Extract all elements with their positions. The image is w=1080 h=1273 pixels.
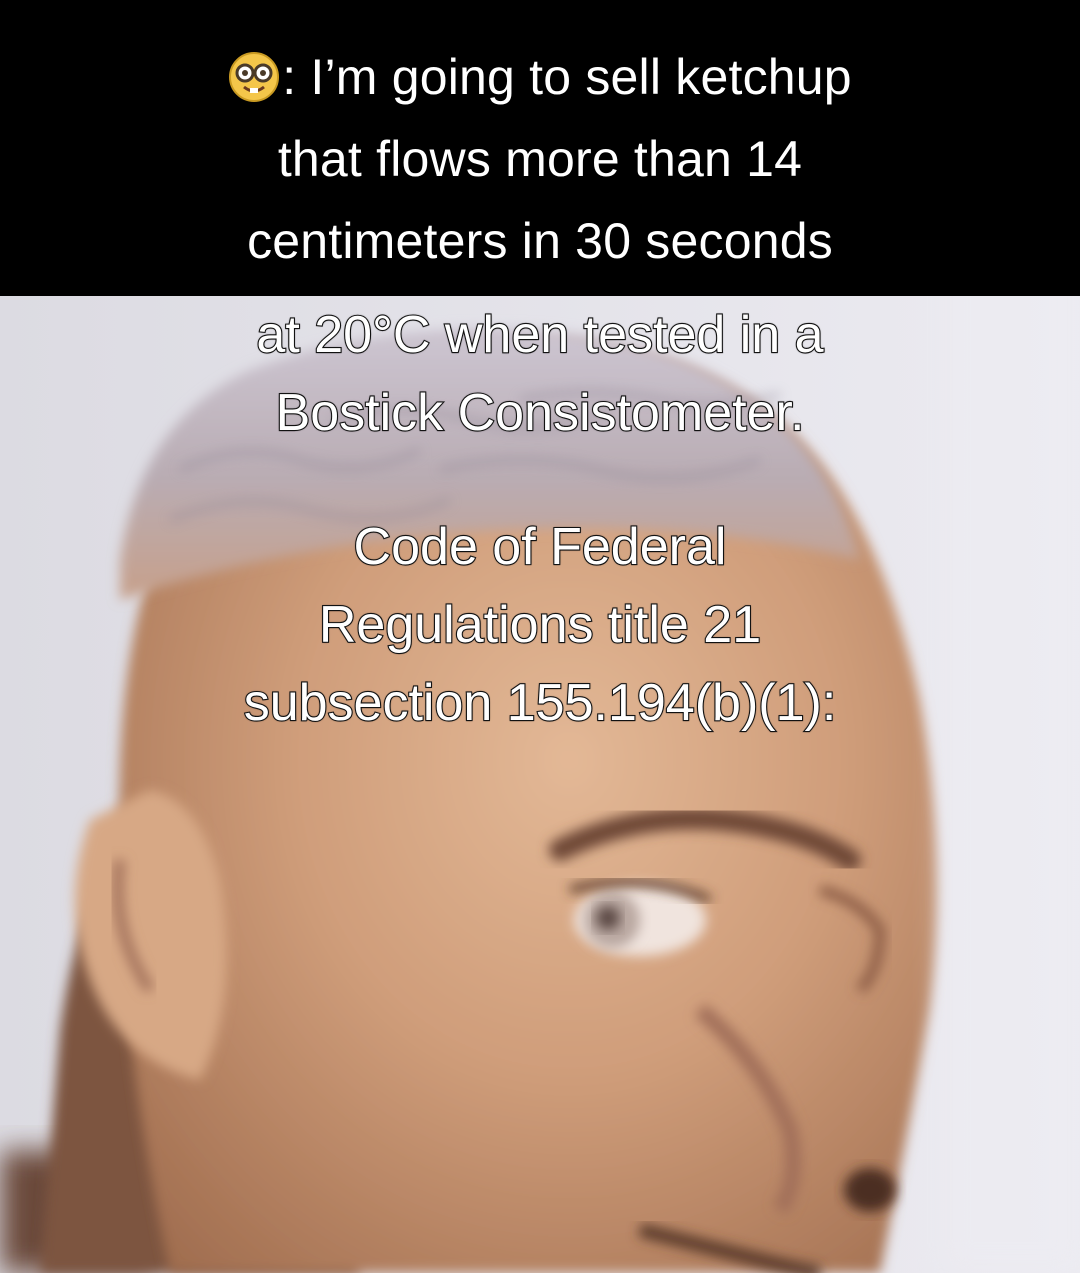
top-caption-line-3: centimeters in 30 seconds: [247, 213, 833, 269]
overlay-caption-line-2: Bostick Consistometer.: [274, 383, 805, 443]
meme-image: : I’m going to sell ketchup that flows m…: [0, 0, 1080, 1273]
nerd-face-emoji-icon: [229, 52, 280, 102]
overlay-caption-line-1: at 20°C when tested in a: [255, 305, 824, 365]
top-caption-line-2: that flows more than 14: [277, 131, 803, 187]
overlay-caption-citation-line-2: Regulations title 21: [318, 595, 762, 655]
top-caption: : I’m going to sell ketchup that flows m…: [0, 36, 1080, 282]
overlay-caption: at 20°C when tested in a Bostick Consist…: [0, 296, 1080, 452]
overlay-caption-citation: Code of Federal Regulations title 21 sub…: [0, 508, 1080, 742]
overlay-caption-citation-line-3: subsection 155.194(b)(1):: [243, 673, 838, 733]
top-caption-line-1: : I’m going to sell ketchup: [0, 36, 1080, 118]
overlay-caption-citation-line-1: Code of Federal: [352, 517, 727, 577]
